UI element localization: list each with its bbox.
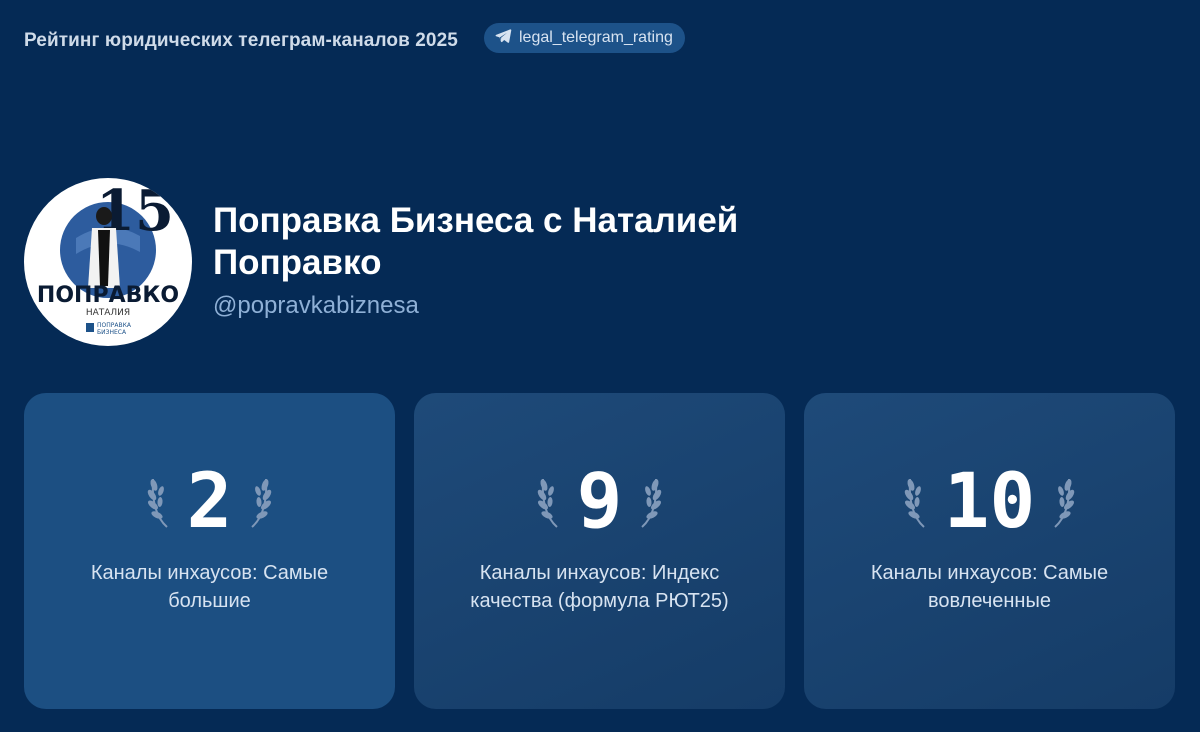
laurel-right-icon <box>1049 473 1077 529</box>
channel-avatar: 15 ПОПРАВКО НАТАЛИЯ ПОПРАВКА БИЗНЕСА <box>24 178 192 346</box>
rank-card-2: 9 Каналы инхаусов: Индекс качества (форм… <box>414 393 785 709</box>
laurel-left-icon <box>535 473 563 529</box>
rank-card-3: 10 Каналы инхаусов: Самые вовлеченные <box>804 393 1175 709</box>
rank-number: 9 <box>576 456 623 545</box>
avatar-brand-line1: ПОПРАВКА <box>97 322 132 329</box>
avatar-big-text: ПОПРАВКО <box>37 283 179 308</box>
rank-label: Каналы инхаусов: Самые вовлеченные <box>870 562 1109 612</box>
channel-title: Поправка Бизнеса с Наталией Поправко <box>213 201 739 282</box>
telegram-tag-link[interactable]: legal_telegram_rating <box>484 23 685 53</box>
laurel-left-icon <box>145 473 173 529</box>
laurel-left-icon <box>902 473 930 529</box>
rating-title: Рейтинг юридических телеграм-каналов 202… <box>24 30 458 51</box>
avatar-brand-line2: БИЗНЕСА <box>97 329 127 336</box>
telegram-send-icon <box>494 27 512 50</box>
rank-label: Каналы инхаусов: Самые большие <box>90 562 329 612</box>
laurel-right-icon <box>246 473 274 529</box>
channel-handle[interactable]: @popravkabiznesa <box>213 292 419 320</box>
rank-number: 10 <box>943 456 1036 545</box>
telegram-tag-label: legal_telegram_rating <box>519 29 673 46</box>
rank-number: 2 <box>186 456 233 545</box>
rank-card-1: 2 Каналы инхаусов: Самые большие <box>24 393 395 709</box>
laurel-right-icon <box>636 473 664 529</box>
rank-label: Каналы инхаусов: Индекс качества (формул… <box>470 562 729 612</box>
avatar-sub-text: НАТАЛИЯ <box>86 308 130 318</box>
